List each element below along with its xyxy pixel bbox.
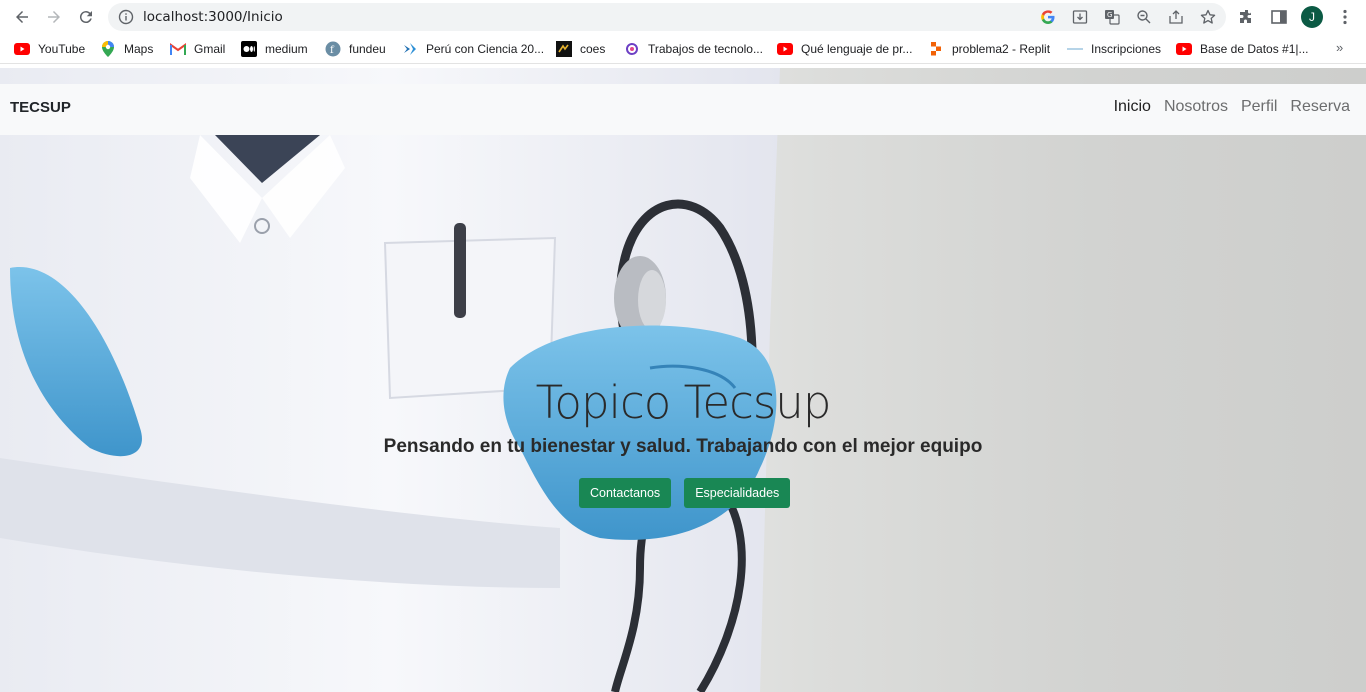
- contactanos-button[interactable]: Contactanos: [579, 478, 672, 508]
- bookmark-trabajos[interactable]: Trabajos de tecnolo...: [624, 41, 763, 57]
- hero-title: Topico Tecsup: [535, 376, 832, 429]
- bookmark-medium[interactable]: medium: [241, 41, 308, 57]
- trabajos-icon: [624, 41, 640, 57]
- bookmark-coes[interactable]: coes: [556, 41, 605, 57]
- nav-link-perfil[interactable]: Perfil: [1241, 98, 1277, 116]
- medium-icon: [241, 41, 257, 57]
- bookmark-label: YouTube: [38, 42, 86, 56]
- fundeu-icon: f: [325, 41, 341, 57]
- share-icon[interactable]: [1168, 9, 1184, 25]
- hero-section: TECSUP Inicio Nosotros Perfil Reserva To…: [0, 68, 1366, 692]
- translate-icon[interactable]: G: [1104, 9, 1120, 25]
- browser-toolbar: localhost:3000/Inicio G J: [0, 0, 1366, 34]
- menu-kebab-icon[interactable]: [1336, 8, 1354, 26]
- dash-icon: [1067, 41, 1083, 57]
- back-button[interactable]: [10, 5, 34, 29]
- bookmark-peru-ciencia[interactable]: Perú con Ciencia 20...: [402, 41, 544, 57]
- zoom-icon[interactable]: [1136, 9, 1152, 25]
- hero-subtitle: Pensando en tu bienestar y salud. Trabaj…: [383, 436, 983, 457]
- gmail-icon: [170, 41, 186, 57]
- install-app-icon[interactable]: [1072, 9, 1088, 25]
- peru-ciencia-icon: [402, 41, 418, 57]
- bookmark-star-icon[interactable]: [1200, 9, 1216, 25]
- bookmark-replit[interactable]: problema2 - Replit: [928, 41, 1050, 57]
- url-text[interactable]: localhost:3000/Inicio: [143, 9, 283, 25]
- bookmark-label: Qué lenguaje de pr...: [801, 42, 913, 56]
- bookmark-fundeu[interactable]: f fundeu: [325, 41, 386, 57]
- bookmark-label: Trabajos de tecnolo...: [648, 42, 763, 56]
- profile-avatar[interactable]: J: [1301, 6, 1323, 28]
- bookmark-base-datos[interactable]: Base de Datos #1|...: [1176, 41, 1309, 57]
- bookmark-youtube[interactable]: YouTube: [14, 41, 85, 57]
- especialidades-button[interactable]: Especialidades: [684, 478, 791, 508]
- bookmark-que-lenguaje[interactable]: Qué lenguaje de pr...: [777, 41, 912, 57]
- maps-icon: [100, 41, 116, 57]
- site-brand[interactable]: TECSUP: [10, 99, 71, 116]
- forward-arrow-icon: [48, 11, 60, 23]
- google-icon[interactable]: [1040, 9, 1056, 25]
- page-viewport: TECSUP Inicio Nosotros Perfil Reserva To…: [0, 68, 1366, 692]
- extensions-icon[interactable]: [1238, 8, 1256, 26]
- side-panel-icon[interactable]: [1270, 8, 1288, 26]
- nav-link-inicio[interactable]: Inicio: [1114, 98, 1151, 116]
- forward-button[interactable]: [42, 5, 66, 29]
- back-arrow-icon: [16, 11, 28, 23]
- bookmark-maps[interactable]: Maps: [100, 41, 153, 57]
- bookmark-label: Inscripciones: [1091, 42, 1162, 56]
- bookmark-gmail[interactable]: Gmail: [170, 41, 225, 57]
- bookmark-label: Perú con Ciencia 20...: [426, 42, 545, 56]
- nav-links: Inicio Nosotros Perfil Reserva: [1101, 98, 1350, 116]
- svg-text:G: G: [1107, 11, 1112, 19]
- bookmark-label: Gmail: [194, 42, 226, 56]
- nav-link-nosotros[interactable]: Nosotros: [1164, 98, 1228, 116]
- bookmark-inscripciones[interactable]: Inscripciones: [1067, 41, 1161, 57]
- address-bar[interactable]: localhost:3000/Inicio G: [108, 3, 1226, 31]
- replit-icon: [928, 41, 944, 57]
- bookmark-label: medium: [265, 42, 308, 56]
- reload-icon: [79, 11, 92, 24]
- nav-link-reserva[interactable]: Reserva: [1290, 98, 1350, 116]
- reload-button[interactable]: [74, 5, 98, 29]
- bookmark-label: Base de Datos #1|...: [1200, 42, 1309, 56]
- bookmark-label: coes: [580, 42, 606, 56]
- bookmark-label: Maps: [124, 42, 154, 56]
- youtube-icon: [777, 41, 793, 57]
- hero-buttons: Contactanos Especialidades: [579, 478, 791, 508]
- site-navbar: TECSUP Inicio Nosotros Perfil Reserva: [0, 84, 1366, 135]
- coes-icon: [556, 41, 572, 57]
- youtube-icon: [14, 41, 30, 57]
- bookmark-label: fundeu: [349, 42, 386, 56]
- bookmarks-bar: YouTube Maps Gmail medium f fundeu Perú …: [0, 34, 1366, 64]
- youtube-icon: [1176, 41, 1192, 57]
- bookmark-label: problema2 - Replit: [952, 42, 1051, 56]
- site-info-icon[interactable]: [118, 9, 134, 25]
- bookmarks-overflow-button[interactable]: »: [1336, 40, 1343, 55]
